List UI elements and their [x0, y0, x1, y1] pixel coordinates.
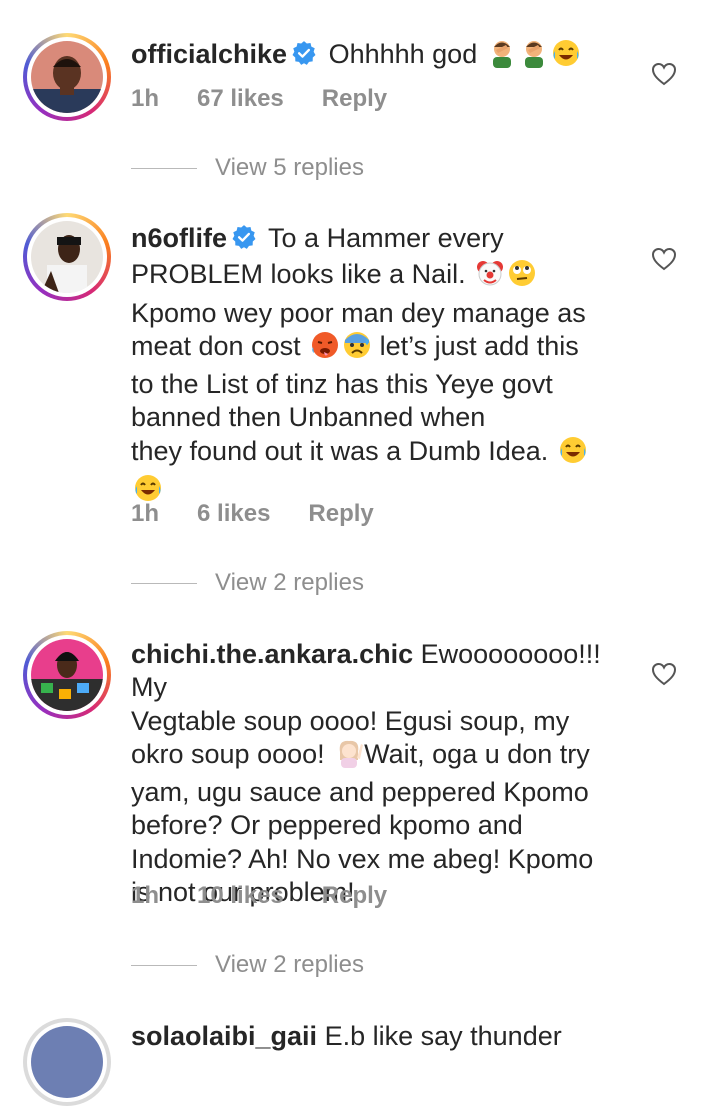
comment-text-line: To a Hammer every [268, 223, 504, 253]
like-heart-icon[interactable] [651, 247, 677, 276]
comment-text-line: okro soup oooo! [131, 738, 325, 769]
comment-time: 1h [131, 882, 160, 909]
comment-text-line: Wait, oga u don try [364, 738, 590, 769]
facepalm-man-icon [519, 38, 549, 76]
comment-text: E.b like say thunder [324, 1021, 562, 1051]
divider-line [131, 964, 197, 966]
comment-text-line: let’s just add this [379, 330, 579, 361]
comment-text-line: Vegtable soup oooo! Egusi soup, my [131, 705, 570, 736]
divider-line [131, 167, 197, 169]
reply-button[interactable]: Reply [308, 500, 373, 527]
comment-text-line: yam, ugu sauce and peppered Kpomo [131, 777, 589, 808]
comment-time: 1h [131, 85, 160, 112]
comment-username[interactable]: officialchike [131, 39, 287, 69]
view-replies-label: View 2 replies [215, 569, 364, 596]
comment-text-line: they found out it was a Dumb Idea. [131, 435, 549, 466]
like-heart-icon[interactable] [651, 62, 677, 91]
hot-face-icon [310, 330, 340, 368]
avatar [31, 1026, 103, 1098]
likes-count[interactable]: 67 likes [197, 85, 284, 112]
tears-of-joy-icon [558, 435, 588, 473]
comment-text-line: before? Or peppered kpomo and [131, 810, 523, 841]
comment-username[interactable]: chichi.the.ankara.chic [131, 639, 413, 669]
verified-badge-icon [291, 40, 317, 74]
likes-count[interactable]: 10 likes [197, 882, 284, 909]
avatar [31, 639, 103, 711]
verified-badge-icon [231, 224, 257, 258]
divider-line [131, 582, 197, 584]
comment-text-line: banned then Unbanned when [131, 402, 486, 433]
view-replies-button[interactable]: View 5 replies [131, 154, 364, 182]
view-replies-label: View 2 replies [215, 951, 364, 978]
avatar-story-ring[interactable] [23, 631, 111, 719]
woman-raising-hand-icon [334, 738, 364, 776]
view-replies-button[interactable]: View 2 replies [131, 569, 364, 597]
comment-username[interactable]: solaolaibi_gaii [131, 1021, 317, 1051]
comment-time: 1h [131, 500, 160, 527]
reply-button[interactable]: Reply [322, 85, 387, 112]
avatar-story-ring[interactable] [23, 33, 111, 121]
clown-face-icon [475, 258, 505, 296]
comment-text-line: PROBLEM looks like a Nail. [131, 259, 466, 290]
view-replies-label: View 5 replies [215, 154, 364, 181]
avatar-story-ring[interactable] [23, 213, 111, 301]
view-replies-button[interactable]: View 2 replies [131, 951, 364, 979]
likes-count[interactable]: 6 likes [197, 500, 270, 527]
avatar [31, 41, 103, 113]
comment-text-line: to the List of tinz has this Yeye govt [131, 369, 553, 400]
comment-text-line: meat don cost [131, 330, 301, 361]
anxious-face-sweat-icon [342, 330, 372, 368]
eye-roll-icon [507, 258, 537, 296]
reply-button[interactable]: Reply [322, 882, 387, 909]
comment-username[interactable]: n6oflife [131, 223, 227, 253]
comment-text: Ohhhhh god [328, 39, 478, 69]
comment-text-line: Kpomo wey poor man dey manage as [131, 297, 586, 328]
avatar [31, 221, 103, 293]
facepalm-man-icon [487, 38, 517, 76]
tears-of-joy-icon [551, 38, 581, 76]
like-heart-icon[interactable] [651, 662, 677, 691]
avatar-ring[interactable] [23, 1018, 111, 1106]
comment-text-line: Indomie? Ah! No vex me abeg! Kpomo [131, 843, 594, 874]
